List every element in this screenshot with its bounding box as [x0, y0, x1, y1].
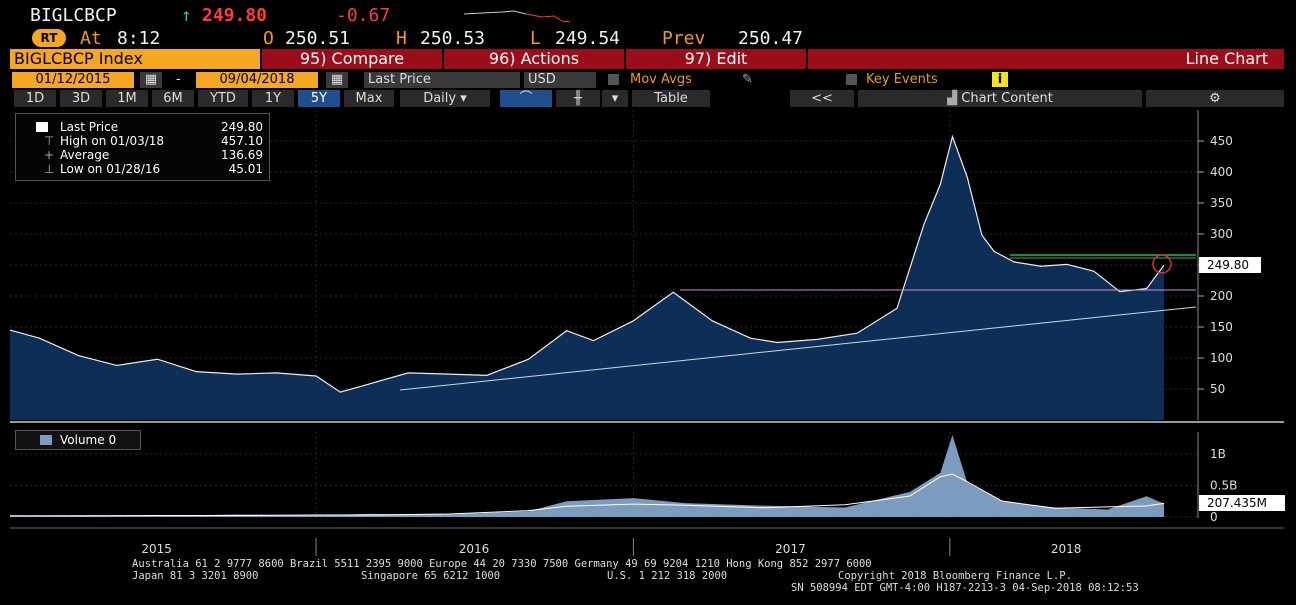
price-tick-label: 50 — [1210, 382, 1225, 396]
x-axis-labels: 2015 2016 2017 2018 — [141, 538, 1081, 556]
year-label: 2016 — [459, 542, 490, 556]
legend-label: High on 01/03/18 — [60, 134, 165, 148]
low-tick-icon: ⊥ — [44, 162, 55, 176]
volume-legend-label: Volume 0 — [60, 433, 117, 447]
year-label: 2015 — [141, 542, 172, 556]
volume-tick-label: 0.5B — [1210, 479, 1237, 493]
last-volume-tag: 207.435M — [1199, 495, 1285, 511]
year-label: 2018 — [1051, 542, 1082, 556]
price-tick-label: 450 — [1210, 134, 1233, 148]
chart-canvas: 501001502002503003504004501B0.5B0 201520… — [9, 110, 1284, 556]
price-tick-label: 150 — [1210, 320, 1233, 334]
legend-row-low: ⊥ Low on 01/28/16 45.01 — [16, 162, 269, 176]
high-tick-icon: ⊤ — [44, 134, 55, 148]
legend-label: Last Price — [60, 120, 119, 134]
legend-row-high: ⊤ High on 01/03/18 457.10 — [16, 134, 269, 148]
last-price-tag: 249.80 — [1199, 257, 1261, 273]
legend-value: 45.01 — [228, 162, 263, 176]
year-label: 2017 — [775, 542, 806, 556]
legend-label: Low on 01/28/16 — [60, 162, 161, 176]
footer-phones: Australia 61 2 9777 8600 Brazil 5511 239… — [132, 558, 872, 570]
footer-session: SN 508994 EDT GMT-4:00 H187-2213-3 04-Se… — [791, 582, 1139, 594]
price-tick-label: 300 — [1210, 227, 1233, 241]
footer-japan: Japan 81 3 3201 8900 — [132, 570, 259, 582]
price-tick-label: 350 — [1210, 196, 1233, 210]
price-legend: Last Price 249.80 ⊤ High on 01/03/18 457… — [15, 113, 270, 181]
legend-row-last: Last Price 249.80 — [16, 120, 269, 134]
price-tick-label: 100 — [1210, 351, 1233, 365]
volume-tick-label: 0 — [1210, 510, 1218, 524]
legend-label: Average — [60, 148, 110, 162]
legend-value: 136.69 — [221, 148, 263, 162]
legend-swatch — [36, 122, 48, 132]
axis-labels: 501001502002503003504004501B0.5B0 — [1198, 134, 1237, 524]
average-tick-icon: + — [44, 148, 55, 162]
volume-legend: Volume 0 — [15, 430, 141, 450]
price-tick-label: 400 — [1210, 165, 1233, 179]
footer-copyright: Copyright 2018 Bloomberg Finance L.P. — [838, 570, 1072, 582]
footer-singapore: Singapore 65 6212 1000 — [361, 570, 501, 582]
legend-value: 457.10 — [221, 134, 263, 148]
volume-tick-label: 1B — [1210, 447, 1226, 461]
footer-us: U.S. 1 212 318 2000 — [607, 570, 728, 582]
volume-area — [10, 435, 1164, 517]
price-tick-label: 200 — [1210, 289, 1233, 303]
legend-value: 249.80 — [221, 120, 263, 134]
legend-row-average: + Average 136.69 — [16, 148, 269, 162]
volume-swatch — [40, 435, 52, 445]
